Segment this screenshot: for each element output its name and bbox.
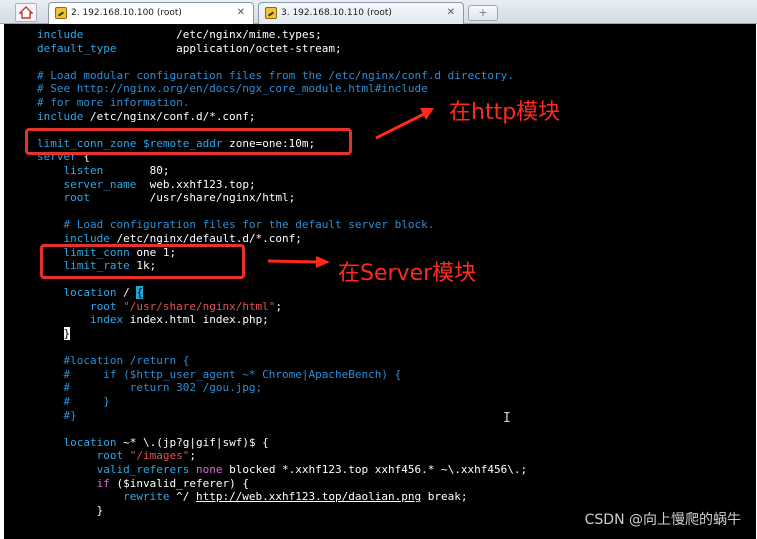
tab-session-2[interactable]: 2. 192.168.10.100 (root) ✕ [48,2,254,24]
annotation-http-module: 在http模块 [449,100,561,125]
code-line: server_name web.xxhf123.top; [63,177,256,191]
close-icon[interactable]: ✕ [237,7,245,18]
code-line: root "/usr/share/nginx/html"; [89,299,283,313]
terminal-session-icon [265,7,277,19]
code-line: index index.html index.php; [89,313,269,327]
code-line: rewrite ^/ http://web.xxhf123.top/daolia… [123,490,468,504]
tab-label: 3. 192.168.10.110 (root) [281,8,392,18]
code-line: root "/images"; [96,449,196,463]
close-icon[interactable]: ✕ [447,7,455,18]
annotation-arrow-icon [375,108,434,140]
matching-brace: } [63,327,71,341]
code-line: } [96,503,104,517]
code-line: location ~* \.(jp?g|gif|swf)$ { [63,435,269,449]
plus-icon: + [478,6,488,19]
watermark: CSDN @向上慢爬的蜗牛 [584,512,741,528]
tab-bar: 2. 192.168.10.100 (root) ✕ 3. 192.168.10… [0,0,757,24]
home-icon [19,6,33,19]
code-line: # } [63,395,110,409]
code-line: default_type application/octet-stream; [37,41,342,55]
code-line: #location /return { [63,354,190,368]
code-line: # return 302 /gou.jpg; [63,381,263,395]
tab-session-3[interactable]: 3. 192.168.10.110 (root) ✕ [258,2,464,24]
tab-label: 2. 192.168.10.100 (root) [71,8,182,18]
code-line: # if ($http_user_agent ~* Chrome|ApacheB… [63,367,402,381]
annotation-arrow-icon [267,256,330,268]
code-line: location / { [63,286,143,300]
code-line: # Load configuration files for the defau… [63,218,435,232]
new-tab-button[interactable]: + [468,5,498,21]
code-line: root /usr/share/nginx/html; [63,191,296,205]
highlight-box-server [40,244,245,279]
code-line: include /etc/nginx/mime.types; [37,28,322,41]
code-line: listen 80; [63,163,170,177]
terminal-session-icon [55,7,67,19]
annotation-server-module: 在Server模块 [338,261,477,286]
text-cursor: { [136,286,143,300]
code-line: #} [63,408,77,422]
code-line: valid_referers none blocked *.xxhf123.to… [96,463,528,476]
ibeam-cursor-icon: I [503,411,511,426]
highlight-box-http [25,128,352,155]
code-line: } [37,327,527,341]
code-line: if ($invalid_referer) { [96,476,249,490]
home-button[interactable] [15,3,37,22]
code-line: # Load modular configuration files from … [37,68,514,82]
